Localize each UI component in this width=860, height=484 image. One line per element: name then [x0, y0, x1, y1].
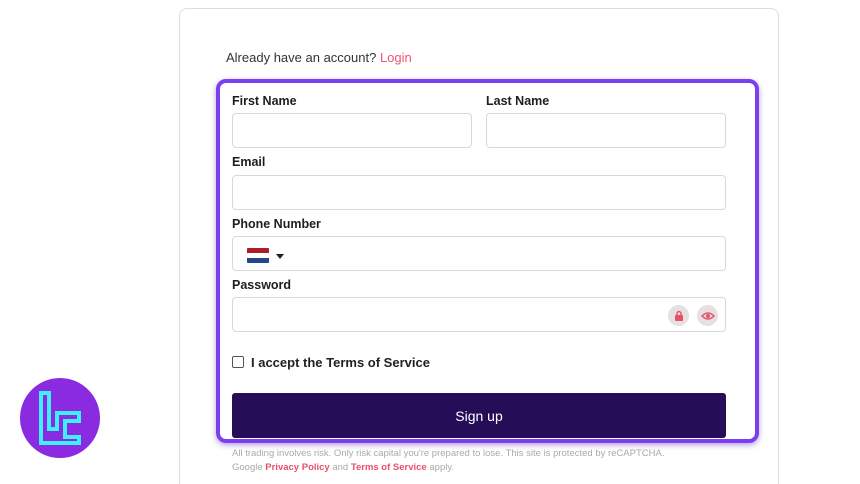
login-link[interactable]: Login — [380, 50, 412, 65]
password-input[interactable] — [232, 297, 726, 332]
disclaimer-text: All trading involves risk. Only risk cap… — [232, 447, 732, 475]
phone-input[interactable] — [232, 236, 726, 271]
disclaimer-apply: apply. — [429, 462, 455, 473]
terms-label: I accept the Terms of Service — [251, 355, 430, 370]
last-name-input[interactable] — [486, 113, 726, 148]
first-name-label: First Name — [232, 94, 297, 108]
brand-logo-icon — [20, 378, 100, 458]
disclaimer-and: and — [332, 462, 349, 473]
chevron-down-icon[interactable] — [276, 254, 284, 259]
terms-checkbox[interactable] — [232, 356, 244, 368]
email-input[interactable] — [232, 175, 726, 210]
disclaimer-line: All trading involves risk. Only risk cap… — [232, 448, 665, 459]
privacy-policy-link[interactable]: Privacy Policy — [265, 462, 329, 473]
terms-of-service-link[interactable]: Terms of Service — [351, 462, 427, 473]
first-name-input[interactable] — [232, 113, 472, 148]
password-key-icon[interactable] — [668, 305, 689, 326]
already-account-text: Already have an account? — [226, 50, 377, 65]
eye-icon[interactable] — [697, 305, 718, 326]
already-account-row: Already have an account? Login — [226, 50, 412, 65]
phone-label: Phone Number — [232, 217, 321, 231]
email-label: Email — [232, 155, 266, 169]
last-name-label: Last Name — [486, 94, 550, 108]
disclaimer-google: Google — [232, 462, 263, 473]
netherlands-flag-icon[interactable] — [247, 248, 269, 263]
signup-button[interactable]: Sign up — [232, 393, 726, 438]
password-label: Password — [232, 278, 292, 292]
